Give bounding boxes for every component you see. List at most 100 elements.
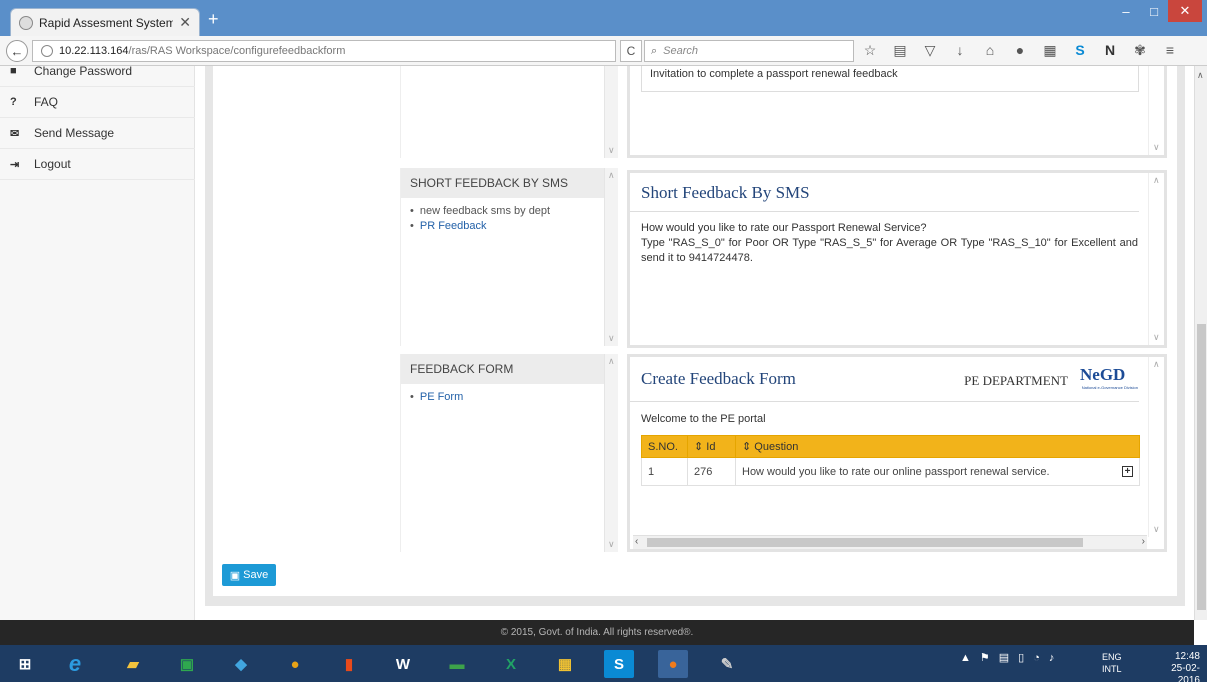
site-info-icon[interactable]	[41, 45, 53, 57]
sms-card-scrollbar[interactable]: ∧ ∨	[1148, 173, 1164, 345]
tray-expand-icon[interactable]: ▲	[960, 652, 971, 664]
maximize-button[interactable]: □	[1140, 0, 1168, 22]
sidebar: ■ Change Password ? FAQ ✉ Send Message ⇥…	[0, 66, 195, 620]
search-placeholder: Search	[663, 45, 699, 57]
pocket-icon[interactable]: ▽	[922, 42, 938, 59]
internet-explorer-icon: e	[68, 651, 82, 676]
form-card-horizontal-scrollbar[interactable]: ‹ ›	[633, 535, 1147, 549]
onenote-addon-icon[interactable]: N	[1102, 42, 1118, 59]
home-icon[interactable]: ⌂	[982, 42, 998, 59]
taskbar-office[interactable]: ▮	[334, 650, 364, 678]
taskbar-word[interactable]: W	[388, 650, 418, 678]
logo-subtext: National e-Governance Division	[1081, 385, 1138, 390]
form-list-scrollbar[interactable]: ∧ ∨	[604, 354, 618, 552]
sms-list: new feedback sms by dept PR Feedback	[401, 198, 618, 234]
list-item[interactable]: PE Form	[410, 390, 618, 405]
taskbar-explorer[interactable]: ▰	[118, 650, 148, 678]
windows-logo-icon: ⊞	[18, 656, 32, 673]
scroll-up-icon[interactable]: ∧	[608, 356, 615, 367]
language-indicator[interactable]: ENG INTL	[1102, 651, 1122, 675]
sidebar-item-change-password[interactable]: ■ Change Password	[0, 66, 195, 87]
sort-icon[interactable]: ⇕	[694, 441, 703, 453]
sidebar-item-faq[interactable]: ? FAQ	[0, 87, 195, 118]
email-card-scrollbar[interactable]: ∨	[1148, 66, 1164, 155]
sms-feedback-card: Short Feedback By SMS How would you like…	[627, 170, 1167, 348]
minimize-button[interactable]: –	[1112, 0, 1140, 22]
email-list-panel: ∨	[400, 66, 618, 158]
scroll-up-icon[interactable]: ∧	[608, 170, 615, 181]
clock-date: 25-02-2016	[1171, 663, 1200, 682]
scroll-left-icon[interactable]: ‹	[635, 536, 638, 547]
paint-icon: ✎	[720, 656, 734, 673]
scroll-down-icon[interactable]: ∨	[608, 145, 615, 156]
scroll-right-icon[interactable]: ›	[1142, 536, 1145, 547]
negd-logo: NeGD National e-Governance Division	[1080, 365, 1138, 395]
page-scrollbar[interactable]: ∧	[1194, 66, 1207, 620]
browser-titlebar: Rapid Assesment System: ... ✕ + – □ ✕	[0, 0, 1207, 36]
chrome-icon: ●	[290, 655, 300, 673]
taskbar-chrome[interactable]: ●	[280, 650, 310, 678]
tab-title: Rapid Assesment System: ...	[39, 15, 174, 30]
taskbar-ie[interactable]: e	[60, 650, 90, 678]
col-id[interactable]: ⇕ Id	[687, 435, 736, 458]
close-tab-icon[interactable]: ✕	[179, 14, 191, 31]
browser-tab[interactable]: Rapid Assesment System: ... ✕	[10, 8, 200, 36]
network-icon[interactable]: ▤	[999, 651, 1009, 664]
menu-icon[interactable]: ≡	[1162, 42, 1178, 59]
search-input[interactable]: ⌕ Search	[644, 40, 854, 62]
close-window-button[interactable]: ✕	[1168, 0, 1202, 22]
feedback-table: S.NO. ⇕ Id ⇕ Question 1 276 How would yo…	[641, 435, 1140, 486]
form-card-scrollbar[interactable]: ∧ ∨	[1148, 357, 1164, 537]
sort-icon[interactable]: ⇕	[742, 441, 751, 453]
scrollbar-thumb[interactable]	[1197, 324, 1206, 610]
scroll-up-icon[interactable]: ∧	[1153, 175, 1160, 186]
save-button[interactable]: ▣ Save	[222, 564, 276, 586]
back-button[interactable]: ←	[6, 40, 28, 62]
col-sno: S.NO.	[641, 435, 688, 458]
reading-list-icon[interactable]: ▤	[892, 42, 908, 59]
taskbar-app-blue[interactable]: ◆	[226, 650, 256, 678]
screenshot-icon[interactable]: ▦	[1042, 42, 1058, 59]
sidebar-item-logout[interactable]: ⇥ Logout	[0, 149, 195, 180]
scroll-down-icon[interactable]: ∨	[1153, 524, 1160, 535]
chat-icon[interactable]: ●	[1012, 42, 1028, 59]
question-icon: ?	[10, 96, 17, 108]
scroll-down-icon[interactable]: ∨	[608, 333, 615, 344]
office-icon: ▮	[344, 656, 354, 673]
list-item[interactable]: PR Feedback	[410, 219, 618, 234]
extension-icon[interactable]: ✾	[1132, 42, 1148, 59]
battery-icon[interactable]: ▯	[1018, 651, 1024, 664]
new-tab-button[interactable]: +	[208, 10, 219, 28]
url-bar[interactable]: 10.22.113.164 /ras/RAS Workspace/configu…	[32, 40, 616, 62]
sidebar-item-send-message[interactable]: ✉ Send Message	[0, 118, 195, 149]
sms-list-panel: SHORT FEEDBACK BY SMS new feedback sms b…	[400, 168, 618, 346]
scroll-down-icon[interactable]: ∨	[1153, 142, 1160, 153]
list-item[interactable]: new feedback sms by dept	[410, 204, 618, 219]
scroll-down-icon[interactable]: ∨	[608, 539, 615, 550]
taskbar-excel[interactable]: X	[496, 650, 526, 678]
skype-addon-icon[interactable]: S	[1072, 42, 1088, 59]
wifi-icon[interactable]: ◔	[1033, 652, 1040, 664]
scrollbar-thumb[interactable]	[647, 538, 1083, 547]
taskbar-skype[interactable]: S	[604, 650, 634, 678]
download-icon[interactable]: ↓	[952, 42, 968, 59]
col-question[interactable]: ⇕ Question	[735, 435, 1140, 458]
taskbar-store[interactable]: ▣	[172, 650, 202, 678]
taskbar-app-grid[interactable]: ▦	[550, 650, 580, 678]
volume-icon[interactable]: ♪	[1049, 652, 1055, 664]
taskbar-firefox[interactable]: ●	[658, 650, 688, 678]
email-list-scrollbar[interactable]: ∨	[604, 66, 618, 158]
bookmark-star-icon[interactable]: ☆	[862, 42, 878, 59]
taskbar-paint[interactable]: ✎	[712, 650, 742, 678]
sms-list-scrollbar[interactable]: ∧ ∨	[604, 168, 618, 346]
clock[interactable]: 12:48 25-02-2016	[1152, 651, 1200, 682]
taskbar-terminal[interactable]: ▬	[442, 650, 472, 678]
scroll-up-icon[interactable]: ∧	[1153, 359, 1160, 370]
scroll-up-icon[interactable]: ∧	[1197, 70, 1204, 81]
scroll-down-icon[interactable]: ∨	[1153, 332, 1160, 343]
expand-row-button[interactable]: +	[1122, 465, 1133, 477]
start-button[interactable]: ⊞	[10, 650, 40, 678]
flag-icon[interactable]: ⚑	[980, 651, 990, 664]
col-question-label: Question	[754, 441, 799, 453]
reload-button[interactable]: C	[620, 40, 642, 62]
